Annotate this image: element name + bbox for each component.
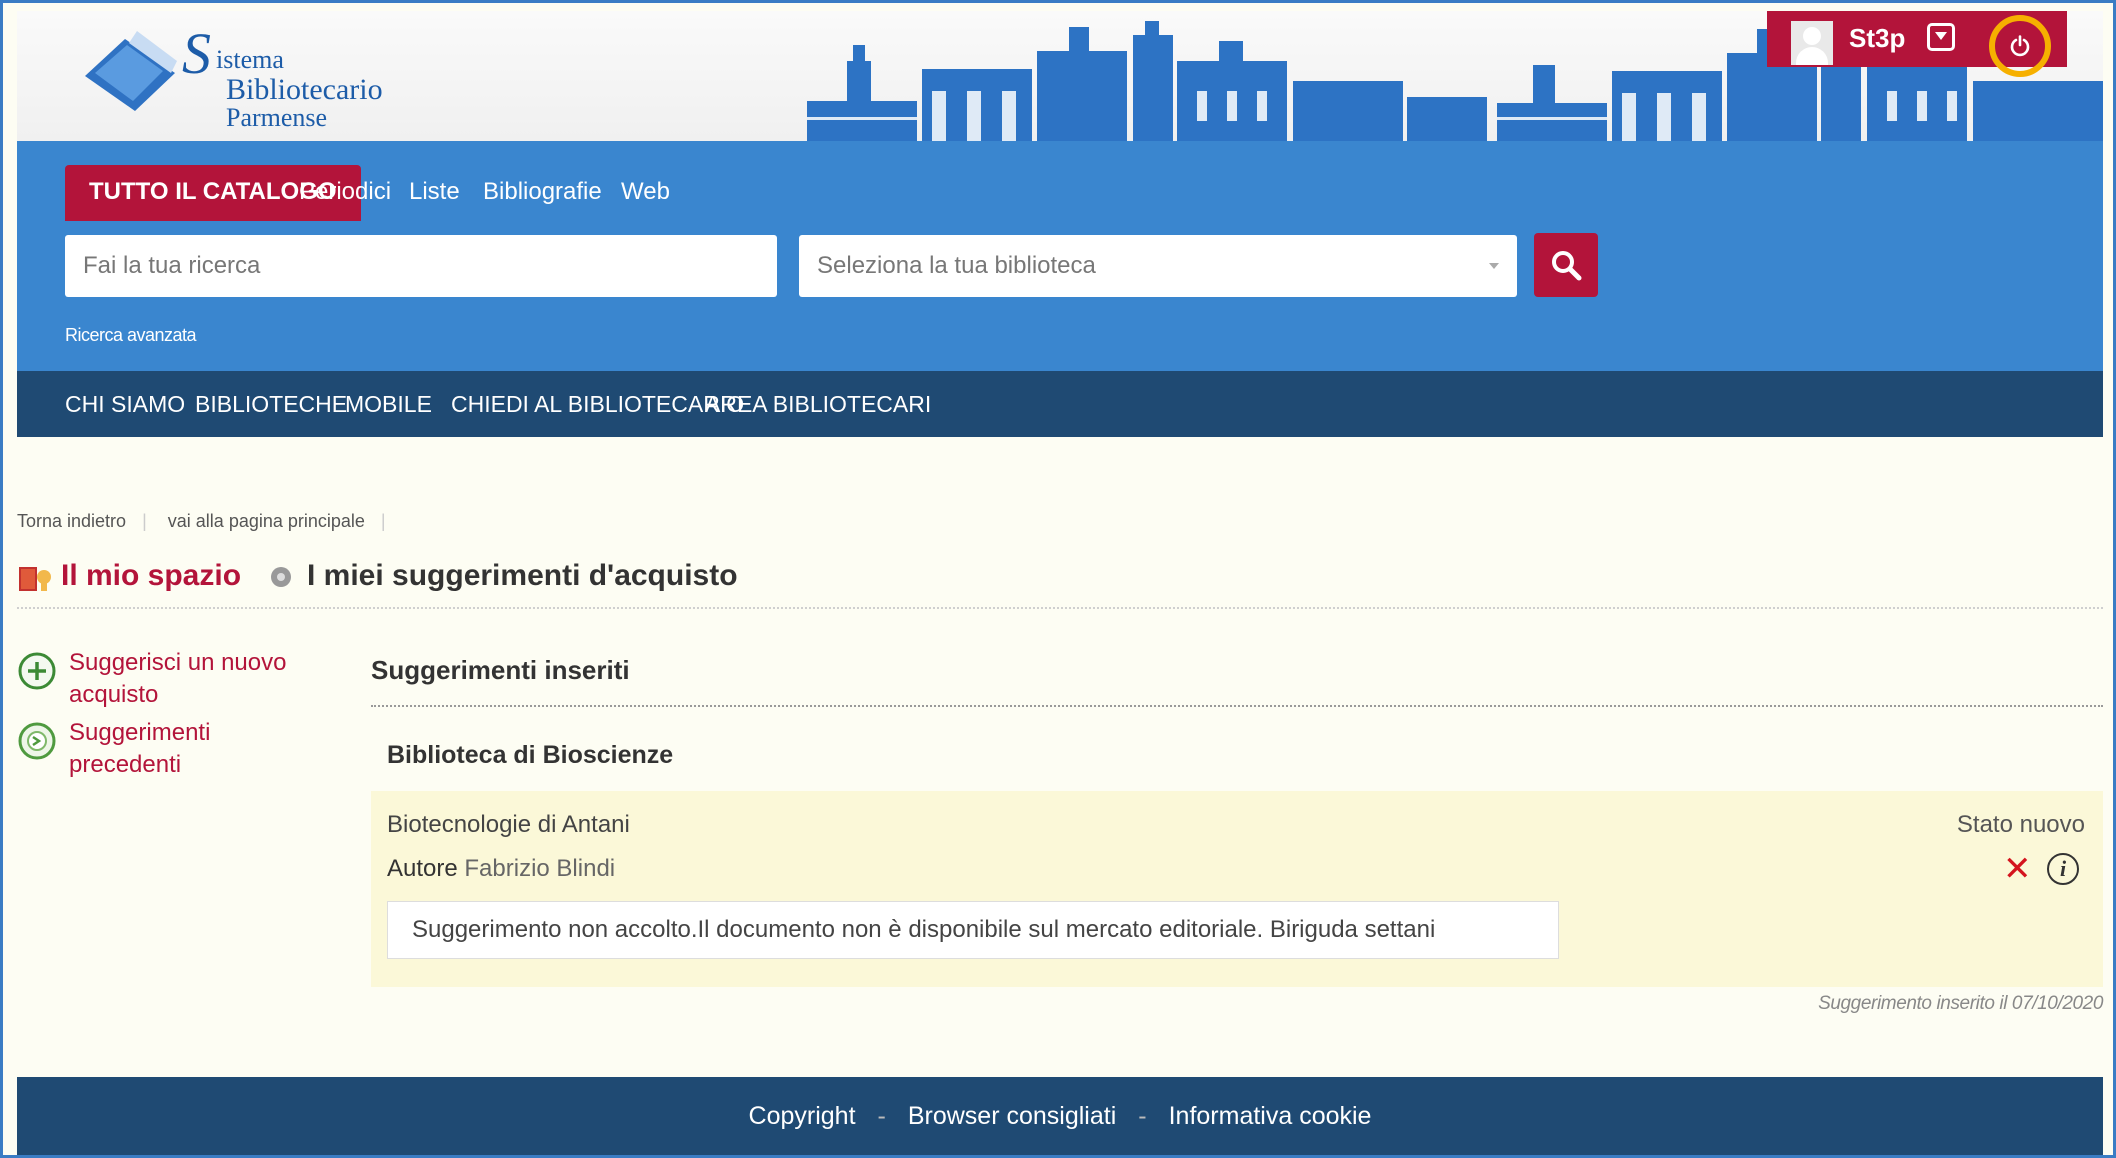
advanced-search-link[interactable]: Ricerca avanzata [65, 325, 197, 346]
tab-periodici[interactable]: Periodici [299, 165, 391, 221]
search-icon [1552, 251, 1582, 281]
status-badge: Stato nuovo [1956, 811, 2085, 838]
divider [371, 705, 2103, 707]
my-space-link[interactable]: Il mio spazio [61, 559, 241, 593]
author-value: Fabrizio Blindi [464, 855, 616, 882]
author-label: Autore [387, 855, 458, 882]
home-link[interactable]: vai alla pagina principale [168, 511, 365, 531]
suggestion-author: Autore Fabrizio Blindi [387, 855, 615, 883]
info-icon[interactable]: i [2047, 853, 2079, 885]
search-button[interactable] [1534, 233, 1598, 297]
breadcrumb-separator: | [142, 511, 147, 531]
chevron-down-icon[interactable] [1927, 23, 1955, 51]
sidebar-item-label: Suggerimenti precedenti [69, 719, 211, 778]
tab-bibliografie[interactable]: Bibliografie [483, 165, 602, 221]
search-panel: TUTTO IL CATALOGO Periodici Liste Biblio… [17, 141, 2103, 371]
library-name: Biblioteca di Bioscienze [387, 741, 674, 769]
footer-separator: - [1138, 1102, 1147, 1130]
search-input[interactable]: Fai la tua ricerca [65, 235, 777, 297]
browser-frame: S istema Bibliotecario Parmense St3p TUT… [0, 0, 2116, 1158]
nav-biblioteche[interactable]: BIBLIOTECHE [195, 371, 347, 437]
footer-separator: - [877, 1102, 886, 1130]
page: S istema Bibliotecario Parmense St3p TUT… [17, 11, 2103, 1155]
avatar [1791, 21, 1833, 65]
tab-web[interactable]: Web [621, 165, 670, 221]
suggestion-title: Biotecnologie di Antani [387, 811, 630, 838]
logo-line-2: Bibliotecario [226, 73, 383, 106]
caret-down-icon [1489, 263, 1499, 269]
my-space-icon [19, 567, 51, 591]
nav-chi-siamo[interactable]: CHI SIAMO [65, 371, 185, 437]
nav-area-bibliotecari[interactable]: AREA BIBLIOTECARI [705, 371, 931, 437]
page-title-bar: Il mio spazio I miei suggerimenti d'acqu… [17, 559, 2103, 599]
library-select[interactable]: Seleziona la tua biblioteca [799, 235, 1517, 297]
logo-initial: S [182, 21, 211, 86]
cookie-link[interactable]: Informativa cookie [1169, 1102, 1372, 1130]
back-link[interactable]: Torna indietro [17, 511, 126, 531]
history-icon [18, 722, 56, 760]
book-logo-icon [85, 31, 177, 111]
user-name: St3p [1849, 23, 1906, 53]
section-title: Suggerimenti inseriti [371, 655, 630, 685]
nav-chiedi-al-bibliotecario[interactable]: CHIEDI AL BIBLIOTECARIO [451, 371, 744, 437]
plus-circle-icon [18, 652, 56, 690]
site-logo[interactable]: S istema Bibliotecario Parmense [77, 21, 383, 133]
bullet-icon [271, 567, 291, 587]
footer: Copyright - Browser consigliati - Informativ… [17, 1077, 2103, 1155]
breadcrumb-separator: | [380, 511, 386, 531]
logo-line-3: Parmense [226, 103, 328, 132]
power-icon [2010, 35, 2030, 57]
delete-icon[interactable]: ✕ [2003, 852, 2032, 886]
main-nav: CHI SIAMO BIBLIOTECHE MOBILE CHIEDI AL B… [17, 371, 2103, 437]
nav-mobile[interactable]: MOBILE [345, 371, 432, 437]
divider [17, 607, 2103, 609]
page-title: I miei suggerimenti d'acquisto [307, 559, 738, 592]
logo-line-1: istema [216, 45, 284, 74]
tab-liste[interactable]: Liste [409, 165, 460, 221]
logout-button[interactable] [1989, 15, 2051, 77]
site-header: S istema Bibliotecario Parmense St3p [17, 11, 2103, 141]
inserted-date: Suggerimento inserito il 07/10/2020 [1818, 993, 2103, 1014]
sidebar-item-label: Suggerisci un nuovo acquisto [69, 649, 287, 708]
copyright-link[interactable]: Copyright [749, 1102, 856, 1130]
suggestion-item: Biotecnologie di Antani Autore Fabrizio … [371, 791, 2103, 987]
breadcrumb: Torna indietro | vai alla pagina principa… [17, 511, 402, 532]
library-select-placeholder: Seleziona la tua biblioteca [817, 252, 1096, 279]
browser-link[interactable]: Browser consigliati [908, 1102, 1116, 1130]
suggestion-note: Suggerimento non accolto.Il documento no… [387, 901, 1559, 959]
